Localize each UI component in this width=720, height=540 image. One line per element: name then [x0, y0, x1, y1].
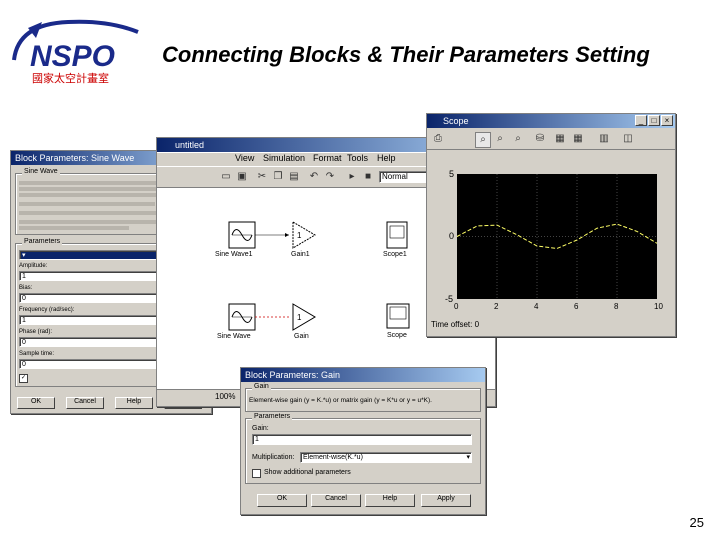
x-tick-label: 0 — [454, 302, 459, 311]
x-axis-ticks: 0 2 4 6 8 10 — [454, 302, 663, 312]
cut-icon[interactable]: ✂ — [255, 170, 269, 184]
menu-tools[interactable]: Tools — [347, 153, 368, 163]
sine-wave-label: Sine Wave — [217, 333, 251, 340]
phase-label: Phase (rad): — [19, 329, 53, 335]
sample-time-label: Sample time: — [19, 351, 55, 357]
zoom-icon[interactable]: ⌕ — [475, 132, 491, 148]
x-tick-label: 6 — [574, 302, 579, 311]
slide-title: Connecting Blocks & Their Parameters Set… — [162, 42, 650, 67]
scope1-label: Scope1 — [383, 251, 407, 258]
minimize-button[interactable]: _ — [635, 115, 647, 126]
restore-axes-icon[interactable]: ▦ — [571, 132, 585, 146]
start-icon[interactable]: ▸ — [345, 170, 359, 184]
scope1-block[interactable] — [386, 221, 408, 249]
menu-simulation[interactable]: Simulation — [263, 153, 305, 163]
maximize-button[interactable]: □ — [648, 115, 660, 126]
zoom-level: 100% — [215, 392, 236, 401]
sine-wave1-block[interactable] — [228, 221, 256, 249]
page-number: 25 — [689, 515, 704, 530]
gain-dialog: Block Parameters: Gain Gain Element-wise… — [240, 367, 486, 515]
bias-label: Bias: — [19, 285, 33, 291]
gain1-label: Gain1 — [291, 251, 310, 258]
gain-field-label: Gain: — [252, 425, 269, 432]
gain-help-button[interactable]: Help — [365, 494, 415, 507]
gain-parameters-group: Parameters Gain: 1 Multiplication: Eleme… — [245, 413, 481, 484]
multiplication-label: Multiplication: — [252, 454, 295, 461]
close-button[interactable]: × — [661, 115, 673, 126]
sine-section-label: Sine Wave — [22, 168, 60, 175]
chevron-down-icon: ▾ — [466, 454, 470, 461]
undo-icon[interactable]: ↶ — [307, 170, 321, 184]
sine-wave-block[interactable] — [228, 303, 256, 331]
multiplication-select[interactable]: Element-wise(K.*u) ▾ — [300, 452, 472, 463]
sine-ok-button[interactable]: OK — [17, 397, 55, 409]
save-icon[interactable]: ▣ — [235, 170, 249, 184]
scope-block[interactable] — [386, 303, 410, 329]
gain-cancel-button[interactable]: Cancel — [311, 494, 361, 507]
scope-toolbar: ⎙ ⌕ ⌕ ⌕ ⛁ ▦ ▦ ▥ ◫ — [427, 129, 675, 150]
gain-dialog-titlebar: Block Parameters: Gain — [241, 368, 485, 382]
gain-description-group: Gain Element-wise gain (y = K.*u) or mat… — [245, 383, 481, 412]
scope-titlebar: Scope _ □ × — [427, 114, 675, 128]
menu-format[interactable]: Format — [313, 153, 342, 163]
gain-field[interactable]: 1 — [252, 434, 472, 445]
nspo-logo: NSPO 國家太空計畫室 — [8, 14, 146, 86]
show-params-label: Show additional parameters — [264, 469, 351, 476]
y-tick-mid: 0 — [449, 231, 455, 241]
sim-mode-select[interactable]: Normal — [379, 171, 431, 183]
stop-icon[interactable]: ■ — [361, 170, 375, 184]
interpret-checkbox[interactable]: ✓ — [19, 374, 28, 383]
paste-icon[interactable]: ▤ — [287, 170, 301, 184]
copy-icon[interactable]: ❐ — [271, 170, 285, 184]
sine-wave1-label: Sine Wave1 — [215, 251, 253, 258]
frequency-label: Frequency (rad/sec): — [19, 307, 75, 313]
logo-text: NSPO — [30, 40, 115, 73]
gain-parameters-label: Parameters — [252, 413, 293, 420]
logo-subtitle: 國家太空計畫室 — [32, 71, 109, 85]
gain-section-label: Gain — [252, 383, 271, 390]
gain-apply-button[interactable]: Apply — [421, 494, 471, 507]
menu-help[interactable]: Help — [377, 153, 396, 163]
zoom-y-icon[interactable]: ⌕ — [511, 132, 525, 146]
new-icon[interactable]: ▭ — [219, 170, 233, 184]
parameters-icon[interactable]: ▥ — [597, 132, 611, 146]
menu-view[interactable]: View — [235, 153, 254, 163]
gain1-block[interactable]: 1 — [292, 221, 316, 249]
time-offset-label: Time offset: 0 — [431, 320, 480, 329]
float-icon[interactable]: ◫ — [621, 132, 635, 146]
gain-block[interactable]: 1 — [292, 303, 316, 331]
zoom-x-icon[interactable]: ⌕ — [493, 132, 507, 146]
scope-title: Scope — [443, 116, 469, 126]
y-tick-bottom: -5 — [445, 294, 454, 304]
save-axes-icon[interactable]: ▦ — [553, 132, 567, 146]
scope-label: Scope — [387, 332, 407, 339]
redo-icon[interactable]: ↷ — [323, 170, 337, 184]
x-tick-label: 10 — [654, 302, 663, 311]
sine-cancel-button[interactable]: Cancel — [66, 397, 104, 409]
scope-window: Scope _ □ × ⎙ ⌕ ⌕ ⌕ ⛁ ▦ ▦ ▥ ◫ 5 0 -5 0 2 4… — [426, 113, 676, 337]
multiplication-value: Element-wise(K.*u) — [303, 454, 363, 461]
x-tick-label: 8 — [614, 302, 619, 311]
gain-ok-button[interactable]: OK — [257, 494, 307, 507]
amplitude-label: Amplitude: — [19, 263, 48, 269]
gain-description: Element-wise gain (y = K.*u) or matrix g… — [249, 397, 432, 404]
y-tick-top: 5 — [449, 169, 455, 179]
x-tick-label: 2 — [494, 302, 499, 311]
sine-help-button[interactable]: Help — [115, 397, 153, 409]
x-tick-label: 4 — [534, 302, 539, 311]
gain-value: 1 — [297, 313, 302, 322]
gain-label: Gain — [294, 333, 309, 340]
scope-plot — [457, 174, 657, 299]
show-params-checkbox[interactable] — [252, 469, 261, 478]
autoscale-icon[interactable]: ⛁ — [533, 132, 547, 146]
print-icon[interactable]: ⎙ — [431, 132, 445, 146]
gain1-value: 1 — [297, 231, 302, 240]
sine-parameters-label: Parameters — [22, 238, 63, 245]
